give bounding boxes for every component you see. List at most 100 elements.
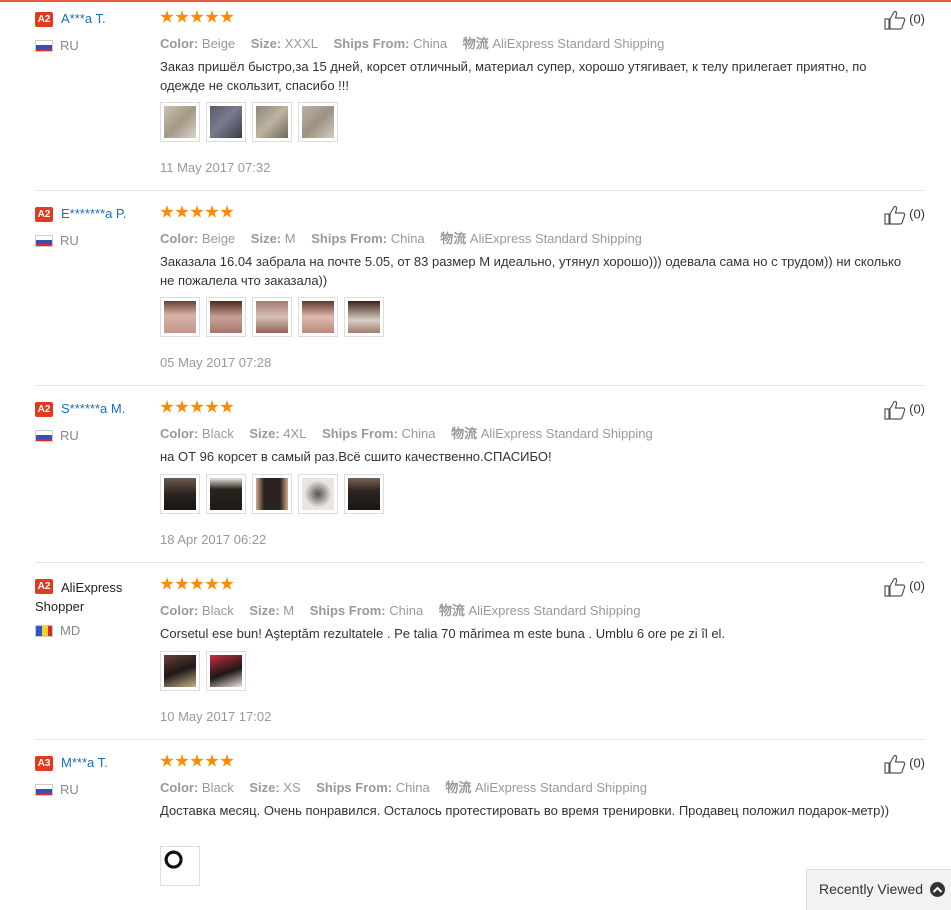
review-photo-thumb[interactable] (160, 102, 200, 142)
review-text: Доставка месяц. Очень понравился. Остало… (160, 803, 890, 818)
review-photo-thumb[interactable] (206, 651, 246, 691)
review-photos (160, 651, 252, 696)
country-flag-icon (35, 40, 53, 52)
reviewer-name: AliExpress Shopper (35, 580, 123, 614)
thumbs-up-icon (884, 400, 906, 420)
review-photo-thumb[interactable] (344, 474, 384, 514)
review-photo-thumb[interactable] (160, 297, 200, 337)
helpful-button[interactable]: (0) (884, 205, 925, 225)
review-divider (35, 385, 925, 386)
helpful-count: (0) (909, 206, 925, 222)
logistics-label: 物流 (462, 36, 489, 51)
ships-from-value: China (401, 426, 436, 441)
review-photos (160, 297, 390, 342)
size-value: M (284, 231, 296, 246)
ships-from-value: China (390, 231, 425, 246)
buyer-level-badge: A2 (35, 402, 53, 417)
review-photo-thumb[interactable] (252, 474, 292, 514)
review-photo-thumb[interactable] (206, 102, 246, 142)
ships-from-value: China (413, 36, 448, 51)
star-icon (205, 10, 219, 23)
review-photo-thumb[interactable] (206, 297, 246, 337)
country-flag-icon (35, 784, 53, 796)
review-photo-thumb[interactable] (160, 651, 200, 691)
helpful-count: (0) (909, 11, 925, 27)
review-text: на ОТ 96 корсет в самый раз.Всё сшито ка… (160, 449, 552, 464)
reviewer-name[interactable]: M***a T. (61, 755, 108, 770)
helpful-count: (0) (909, 401, 925, 417)
helpful-button[interactable]: (0) (884, 754, 925, 774)
recently-viewed-tab[interactable]: Recently Viewed (806, 869, 951, 910)
color-label: Color: (160, 426, 199, 441)
color-value: Beige (201, 231, 236, 246)
star-icon (190, 577, 204, 590)
size-value: XS (283, 780, 301, 795)
color-value: Black (201, 603, 234, 618)
buyer-level-badge: A3 (35, 756, 53, 771)
color-value: Beige (201, 36, 236, 51)
reviewer-country: RU (60, 233, 79, 248)
country-flag-icon (35, 235, 53, 247)
color-value: Black (201, 780, 234, 795)
color-label: Color: (160, 231, 199, 246)
review-photo-thumb[interactable] (344, 297, 384, 337)
star-icon (190, 400, 204, 413)
review-photo-thumb[interactable] (298, 297, 338, 337)
shipping-method: AliExpress Standard Shipping (474, 780, 647, 795)
review-photo-thumb[interactable] (298, 102, 338, 142)
ships-from-value: China (395, 780, 430, 795)
helpful-count: (0) (909, 578, 925, 594)
buyer-level-badge: A2 (35, 12, 53, 27)
review-photo-thumb[interactable] (252, 102, 292, 142)
reviewer-country: RU (60, 428, 79, 443)
star-icon (190, 205, 204, 218)
shipping-method: AliExpress Standard Shipping (492, 36, 665, 51)
review-photo-thumb[interactable] (160, 474, 200, 514)
star-icon (205, 577, 219, 590)
helpful-button[interactable]: (0) (884, 10, 925, 30)
review-photo-thumb[interactable] (160, 846, 200, 886)
reviewer-name[interactable]: S******a M. (61, 401, 125, 416)
review-item: A2 S******a M. RU Color: Black Size: 4XL… (35, 390, 925, 562)
country-flag-icon (35, 625, 53, 637)
helpful-button[interactable]: (0) (884, 400, 925, 420)
color-label: Color: (160, 780, 199, 795)
review-date: 10 May 2017 17:02 (160, 709, 272, 724)
star-rating (160, 400, 235, 416)
order-attributes: Color: Black Size: 4XL Ships From: China… (160, 423, 665, 442)
size-label: Size: (249, 426, 280, 441)
color-label: Color: (160, 36, 199, 51)
thumbs-up-icon (884, 10, 906, 30)
thumbs-up-icon (884, 577, 906, 597)
ships-from-label: Ships From: (309, 603, 386, 618)
review-photo-thumb[interactable] (298, 474, 338, 514)
ships-from-label: Ships From: (316, 780, 393, 795)
review-divider (35, 739, 925, 740)
star-icon (160, 10, 174, 23)
color-value: Black (201, 426, 234, 441)
size-label: Size: (250, 36, 282, 51)
country-flag-icon (35, 430, 53, 442)
size-label: Size: (249, 780, 280, 795)
review-photo-thumb[interactable] (252, 297, 292, 337)
star-rating (160, 577, 235, 593)
thumbs-up-icon (884, 205, 906, 225)
logistics-label: 物流 (440, 231, 467, 246)
chevron-up-icon[interactable] (930, 882, 945, 897)
star-icon (190, 10, 204, 23)
star-icon (205, 754, 219, 767)
star-icon (160, 400, 174, 413)
star-icon (175, 577, 189, 590)
review-item: A2 E*******a P. RU Color: Beige Size: M … (35, 195, 925, 385)
review-photos (160, 102, 344, 147)
review-photo-thumb[interactable] (206, 474, 246, 514)
star-icon (160, 754, 174, 767)
reviewer-name[interactable]: E*******a P. (61, 206, 127, 221)
reviewer-name[interactable]: A***a T. (61, 11, 106, 26)
review-photos (160, 846, 206, 891)
order-attributes: Color: Black Size: M Ships From: China 物… (160, 600, 652, 619)
reviewer-country: RU (60, 782, 79, 797)
helpful-button[interactable]: (0) (884, 577, 925, 597)
star-icon (220, 754, 234, 767)
size-label: Size: (250, 231, 282, 246)
